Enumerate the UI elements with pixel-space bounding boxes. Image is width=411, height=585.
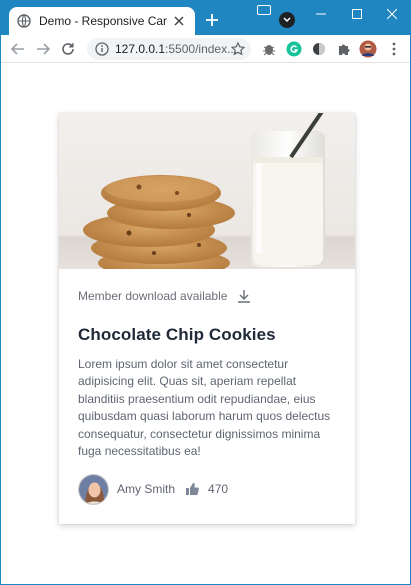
grammarly-icon[interactable]	[285, 40, 303, 58]
browser-toolbar: 127.0.0.1:5500/index...	[1, 35, 410, 63]
cast-icon[interactable]	[257, 5, 271, 15]
minimize-icon[interactable]	[303, 1, 339, 27]
url-text: 127.0.0.1:5500/index...	[115, 42, 238, 56]
back-arrow-icon[interactable]	[8, 39, 28, 59]
thumbs-up-icon[interactable]	[184, 481, 200, 497]
close-window-icon[interactable]	[374, 1, 410, 27]
recipe-card: Member download available Chocolate Chip…	[59, 113, 355, 524]
forward-arrow-icon[interactable]	[33, 39, 53, 59]
avatar	[78, 473, 109, 505]
new-tab-plus-icon[interactable]	[203, 11, 221, 29]
puzzle-extensions-icon[interactable]	[335, 40, 353, 58]
maximize-icon[interactable]	[339, 1, 375, 27]
browser-tab[interactable]: Demo - Responsive Card Compo	[9, 7, 195, 35]
like-count: 470	[208, 482, 229, 496]
author-name[interactable]: Amy Smith	[117, 482, 175, 496]
globe-icon	[17, 14, 31, 28]
member-download: Member download available	[78, 289, 251, 303]
profile-avatar-icon[interactable]	[359, 40, 377, 58]
dark-mode-extension-icon[interactable]	[310, 40, 328, 58]
page-viewport: Member download available Chocolate Chip…	[1, 63, 410, 584]
card-description: Lorem ipsum dolor sit amet consectetur a…	[78, 357, 331, 459]
browser-window: Demo - Responsive Card Compo	[0, 0, 411, 585]
tab-title: Demo - Responsive Card Compo	[39, 14, 167, 28]
bookmark-star-icon[interactable]	[229, 40, 247, 58]
card-title: Chocolate Chip Cookies	[78, 325, 276, 344]
tab-strip: Demo - Responsive Card Compo	[1, 1, 410, 35]
tab-search-icon[interactable]	[279, 12, 295, 28]
bug-extension-icon[interactable]	[260, 40, 278, 58]
close-tab-icon[interactable]	[171, 13, 187, 29]
download-icon[interactable]	[237, 289, 251, 303]
address-bar[interactable]: 127.0.0.1:5500/index...	[87, 38, 251, 60]
author-row: Amy Smith 470	[78, 473, 228, 505]
member-download-text: Member download available	[78, 289, 228, 303]
info-icon[interactable]	[95, 42, 109, 56]
more-menu-icon[interactable]	[385, 40, 403, 58]
cookies-milk-image	[59, 113, 355, 277]
reload-icon[interactable]	[58, 39, 78, 59]
